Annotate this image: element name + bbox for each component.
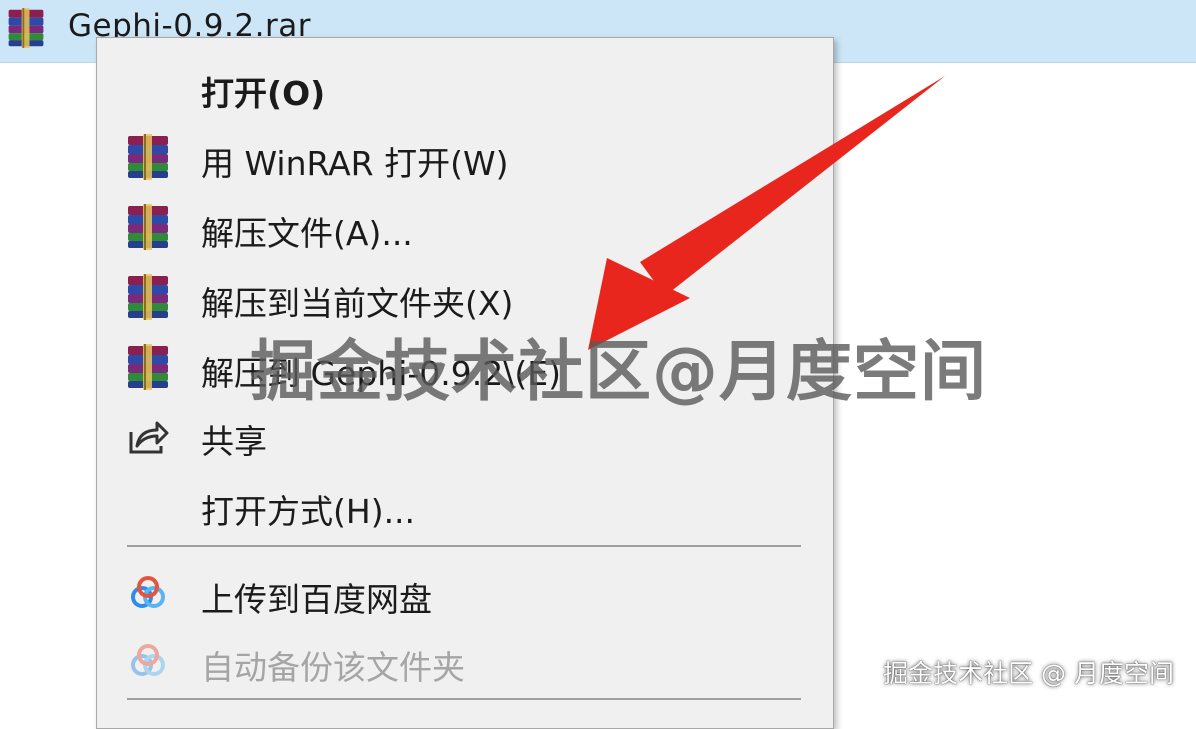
credit-text: 掘金技术社区 @ 月度空间	[883, 659, 1174, 688]
menu-item-extract-here[interactable]: 解压到当前文件夹(X)	[97, 264, 833, 326]
baidu-netdisk-icon	[125, 570, 171, 616]
menu-item-open-with-winrar[interactable]: 用 WinRAR 打开(W)	[97, 124, 833, 186]
winrar-icon	[125, 344, 171, 390]
menu-separator	[127, 698, 801, 700]
winrar-icon	[125, 134, 171, 180]
menu-item-label: 自动备份该文件夹	[201, 648, 465, 687]
menu-item-label: 打开(O)	[201, 74, 326, 113]
menu-item-label: 解压文件(A)...	[201, 214, 413, 253]
menu-item-label: 共享	[201, 422, 267, 461]
share-icon	[129, 421, 169, 454]
winrar-icon	[125, 274, 171, 320]
menu-item-upload-baidu[interactable]: 上传到百度网盘	[97, 560, 833, 622]
menu-item-extract-files[interactable]: 解压文件(A)...	[97, 194, 833, 256]
menu-item-label: 用 WinRAR 打开(W)	[201, 144, 509, 183]
menu-separator	[127, 545, 801, 547]
menu-item-label: 打开方式(H)...	[201, 492, 416, 531]
winrar-icon	[125, 204, 171, 250]
menu-item-label: 上传到百度网盘	[201, 580, 432, 619]
menu-item-open[interactable]: 打开(O)	[97, 54, 833, 116]
baidu-netdisk-icon	[125, 638, 171, 684]
menu-item-open-with[interactable]: 打开方式(H)...	[97, 472, 833, 534]
watermark-text: 掘金技术社区@月度空间	[250, 333, 987, 410]
menu-item-auto-backup: 自动备份该文件夹	[97, 628, 833, 690]
winrar-archive-icon	[6, 6, 46, 50]
